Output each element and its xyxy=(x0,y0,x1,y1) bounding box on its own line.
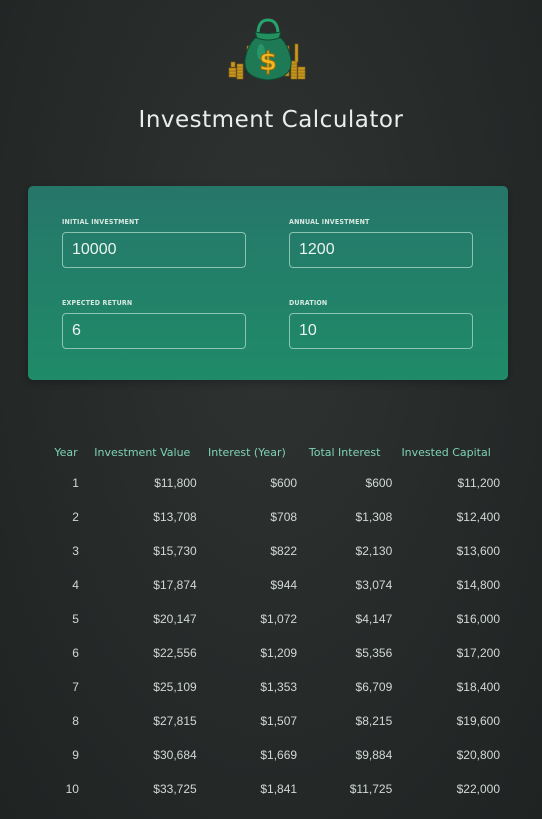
table-row: 10 $33,725 $1,841 $11,725 $22,000 xyxy=(44,772,500,806)
user-input-panel: INITIAL INVESTMENT ANNUAL INVESTMENT EXP… xyxy=(28,186,508,380)
header-invested-capital: Invested Capital xyxy=(401,445,491,459)
investment-value-cell: $30,684 xyxy=(153,748,197,762)
table-row: 2 $13,708 $708 $1,308 $12,400 xyxy=(44,500,500,534)
investment-value-cell: $33,725 xyxy=(153,782,197,796)
interest-year-cell: $1,507 xyxy=(260,714,298,728)
total-interest-cell: $9,884 xyxy=(355,748,393,762)
year-cell: 5 xyxy=(72,612,79,626)
interest-year-cell: $1,072 xyxy=(260,612,298,626)
invested-capital-cell: $20,800 xyxy=(456,748,500,762)
invested-capital-cell: $18,400 xyxy=(456,680,500,694)
year-cell: 7 xyxy=(72,680,79,694)
initial-investment-input[interactable] xyxy=(62,232,246,268)
duration-label: DURATION xyxy=(289,299,328,307)
interest-year-cell: $1,209 xyxy=(260,646,298,660)
table-row: 8 $27,815 $1,507 $8,215 $19,600 xyxy=(44,704,500,738)
invested-capital-cell: $13,600 xyxy=(456,544,500,558)
invested-capital-cell: $11,200 xyxy=(457,476,501,490)
annual-investment-input[interactable] xyxy=(289,232,473,268)
initial-investment-label: INITIAL INVESTMENT xyxy=(62,218,140,226)
table-row: 5 $20,147 $1,072 $4,147 $16,000 xyxy=(44,602,500,636)
annual-investment-group: ANNUAL INVESTMENT xyxy=(289,218,473,268)
total-interest-cell: $11,725 xyxy=(349,782,393,796)
total-interest-cell: $3,074 xyxy=(355,578,393,592)
table-header-row: Year Investment Value Interest (Year) To… xyxy=(44,438,500,466)
expected-return-group: EXPECTED RETURN xyxy=(62,299,246,349)
total-interest-cell: $4,147 xyxy=(355,612,393,626)
expected-return-input[interactable] xyxy=(62,313,246,349)
investment-value-cell: $25,109 xyxy=(153,680,197,694)
invested-capital-cell: $17,200 xyxy=(456,646,500,660)
app-header: $ Investment Calculator xyxy=(0,0,542,170)
year-cell: 2 xyxy=(72,510,79,524)
invested-capital-cell: $14,800 xyxy=(456,578,500,592)
investment-value-cell: $27,815 xyxy=(153,714,197,728)
interest-year-cell: $708 xyxy=(270,510,298,524)
initial-investment-group: INITIAL INVESTMENT xyxy=(62,218,246,268)
table-row: 4 $17,874 $944 $3,074 $14,800 xyxy=(44,568,500,602)
interest-year-cell: $822 xyxy=(270,544,298,558)
interest-year-cell: $1,353 xyxy=(260,680,298,694)
investment-value-cell: $13,708 xyxy=(153,510,197,524)
invested-capital-cell: $19,600 xyxy=(456,714,500,728)
interest-year-cell: $944 xyxy=(270,578,298,592)
year-cell: 8 xyxy=(72,714,79,728)
total-interest-cell: $1,308 xyxy=(355,510,393,524)
total-interest-cell: $600 xyxy=(365,476,393,490)
investment-value-cell: $22,556 xyxy=(153,646,197,660)
annual-investment-label: ANNUAL INVESTMENT xyxy=(289,218,370,226)
money-bag-icon: $ xyxy=(225,16,311,88)
investment-value-cell: $15,730 xyxy=(153,544,197,558)
total-interest-cell: $6,709 xyxy=(355,680,393,694)
year-cell: 6 xyxy=(72,646,79,660)
interest-year-cell: $600 xyxy=(270,476,298,490)
investment-value-cell: $11,800 xyxy=(154,476,197,490)
duration-group: DURATION xyxy=(289,299,473,349)
invested-capital-cell: $12,400 xyxy=(456,510,500,524)
results-table-body: 1 $11,800 $600 $600 $11,200 2 $13,708 $708 $1,30… xyxy=(44,466,500,806)
year-cell: 4 xyxy=(72,578,79,592)
page-title: Investment Calculator xyxy=(138,107,404,133)
table-row: 3 $15,730 $822 $2,130 $13,600 xyxy=(44,534,500,568)
svg-text:$: $ xyxy=(259,47,277,77)
header-year: Year xyxy=(54,445,78,459)
total-interest-cell: $2,130 xyxy=(355,544,393,558)
total-interest-cell: $5,356 xyxy=(355,646,393,660)
year-cell: 3 xyxy=(72,544,79,558)
table-row: 9 $30,684 $1,669 $9,884 $20,800 xyxy=(44,738,500,772)
year-cell: 9 xyxy=(72,748,79,762)
total-interest-cell: $8,215 xyxy=(355,714,393,728)
table-row: 7 $25,109 $1,353 $6,709 $18,400 xyxy=(44,670,500,704)
invested-capital-cell: $16,000 xyxy=(456,612,500,626)
interest-year-cell: $1,841 xyxy=(260,782,298,796)
header-interest-year: Interest (Year) xyxy=(208,445,286,459)
interest-year-cell: $1,669 xyxy=(260,748,298,762)
year-cell: 10 xyxy=(65,782,79,796)
results-table: Year Investment Value Interest (Year) To… xyxy=(44,438,500,806)
investment-value-cell: $17,874 xyxy=(153,578,197,592)
header-investment-value: Investment Value xyxy=(94,445,191,459)
header-total-interest: Total Interest xyxy=(308,445,381,459)
year-cell: 1 xyxy=(72,476,79,490)
table-row: 6 $22,556 $1,209 $5,356 $17,200 xyxy=(44,636,500,670)
expected-return-label: EXPECTED RETURN xyxy=(62,299,133,307)
table-row: 1 $11,800 $600 $600 $11,200 xyxy=(44,466,500,500)
invested-capital-cell: $22,000 xyxy=(456,782,500,796)
duration-input[interactable] xyxy=(289,313,473,349)
investment-value-cell: $20,147 xyxy=(153,612,197,626)
